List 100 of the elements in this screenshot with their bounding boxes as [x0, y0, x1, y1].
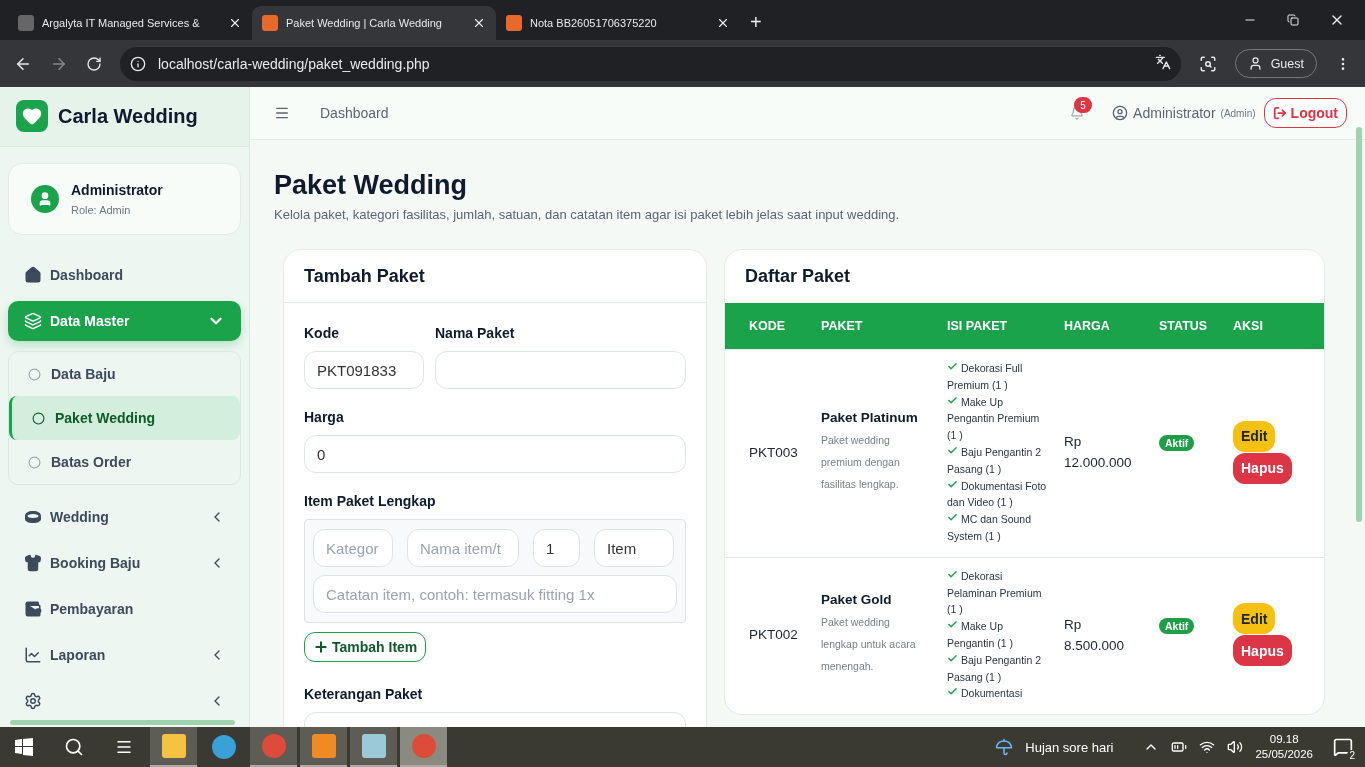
field-label: Kode — [304, 325, 340, 341]
logout-icon — [1272, 106, 1287, 120]
user-role: Role: Admin — [71, 203, 132, 216]
field-label: Item Paket Lengkap — [304, 493, 437, 509]
category-field[interactable]: Kategor — [313, 529, 393, 567]
price-cell-text: Rp 8.500.000 — [1064, 615, 1126, 655]
status-badge: Aktif — [1159, 435, 1195, 452]
volume-icon[interactable] — [1227, 739, 1244, 755]
price-field[interactable]: 0 — [304, 435, 686, 473]
item-name-field[interactable]: Nama item/t — [407, 529, 519, 567]
taskbar-app[interactable] — [300, 727, 347, 767]
page-title: Paket Wedding — [274, 170, 469, 201]
wallet-icon — [24, 600, 42, 619]
delete-button[interactable]: Hapus — [1233, 452, 1292, 484]
add-item-button[interactable]: Tambah Item — [304, 632, 427, 662]
delete-button[interactable]: Hapus — [1233, 635, 1292, 667]
nav-item[interactable]: Pembayaran — [8, 589, 241, 630]
package-name: Paket Platinum — [821, 409, 919, 425]
check-icon — [947, 478, 958, 490]
package-item: MC dan Sound System (1 ) — [947, 511, 1033, 544]
close-icon[interactable] — [472, 16, 486, 30]
circle-icon — [28, 367, 41, 381]
browser-tab[interactable]: Paket Wedding | Carla Wedding — [252, 6, 496, 40]
table-cell-text: PKT003 — [748, 444, 799, 460]
check-icon — [947, 394, 958, 406]
check-icon — [947, 652, 958, 664]
shirt-icon — [24, 554, 42, 573]
ring-icon — [24, 510, 42, 525]
close-icon[interactable] — [228, 16, 242, 30]
user-name: Administrator — [71, 181, 163, 198]
notification-badge: 5 — [1074, 97, 1093, 113]
close-icon[interactable] — [716, 16, 730, 30]
quantity-field[interactable]: 1 — [533, 529, 580, 567]
table-cell-text: PKT002 — [748, 627, 799, 643]
package-item: Dokumentasi — [947, 685, 1050, 703]
plus-icon — [313, 639, 329, 655]
submenu-item[interactable]: Batas Order — [9, 440, 240, 485]
circle-icon — [28, 455, 41, 469]
heart-logo-icon — [16, 100, 48, 133]
table-header: KODE PAKET ISI PAKET HARGA STATUS AKSI — [725, 303, 1324, 349]
avatar-icon — [31, 184, 59, 213]
home-icon — [24, 266, 42, 285]
wifi-icon[interactable] — [1199, 739, 1216, 755]
favicon-icon — [262, 15, 278, 31]
scrollbar[interactable] — [10, 720, 235, 725]
person-icon — [1247, 56, 1263, 71]
favicon-icon — [506, 15, 522, 31]
package-item: Dekorasi Full Premium (1 ) — [947, 360, 1024, 393]
chart-icon — [24, 646, 42, 665]
code-field[interactable]: PKT091833 — [304, 351, 424, 389]
name-field[interactable] — [435, 351, 686, 389]
edit-button[interactable]: Edit — [1233, 603, 1276, 635]
user-icon[interactable] — [1112, 105, 1129, 121]
package-name: Paket Gold — [821, 592, 893, 608]
package-item: Dekorasi Pelaminan Premium (1 ) — [947, 567, 1043, 618]
card-title: Tambah Paket — [284, 250, 706, 303]
package-item: Dokumentasi Foto dan Video (1 ) — [947, 477, 1048, 511]
submenu-item[interactable]: Data Baju — [9, 352, 240, 397]
package-item: Make Up Pengantin Premium (1 ) — [947, 393, 1041, 444]
browser-tab[interactable]: Argalyta IT Managed Services & — [8, 6, 252, 40]
weather-icon[interactable] — [995, 738, 1014, 756]
logout-button[interactable]: Logout — [1263, 98, 1347, 128]
check-icon — [947, 361, 958, 372]
nav-item[interactable]: Laporan — [8, 635, 241, 675]
lens-icon[interactable] — [1198, 54, 1217, 73]
taskbar-app[interactable] — [350, 727, 397, 767]
new-tab-button[interactable]: + — [740, 11, 772, 40]
scrollbar[interactable] — [1356, 127, 1362, 522]
status-badge: Aktif — [1159, 617, 1195, 634]
menu-icon[interactable] — [274, 105, 290, 121]
circle-icon — [32, 411, 45, 425]
weather-text[interactable]: Hujan sore hari — [1025, 739, 1114, 755]
unit-field[interactable]: Item — [594, 529, 674, 567]
breadcrumb-link[interactable]: Dashboard — [320, 105, 389, 121]
nav-item[interactable]: Dashboard — [8, 255, 241, 296]
field-label: Keterangan Paket — [304, 686, 424, 702]
taskbar-app[interactable] — [250, 727, 297, 767]
restore-icon[interactable] — [1287, 14, 1299, 26]
brand-name: Carla Wedding — [58, 104, 198, 128]
package-item: Make Up Pengantin (1 ) — [947, 618, 1014, 651]
reload-icon[interactable] — [86, 55, 102, 72]
battery-icon[interactable] — [1171, 739, 1188, 755]
page-subtitle: Kelola paket, kategori fasilitas, jumlah, satuan, dan catatan item agar isi paket lebih jelas saat input wedding. — [274, 207, 901, 222]
user-name[interactable]: Administrator — [1133, 105, 1216, 121]
package-item: Baju Pengantin 2 Pasang (1 ) — [947, 651, 1042, 685]
field-label: Nama Paket — [435, 325, 516, 341]
browser-tab[interactable]: Nota BB26051706375220 — [496, 6, 740, 40]
submenu-item[interactable]: Paket Wedding — [9, 396, 240, 441]
price-cell-text: Rp 12.000.000 — [1064, 433, 1133, 473]
taskbar-app[interactable] — [150, 727, 197, 767]
favicon-icon — [18, 15, 34, 31]
clock[interactable]: 09.18 25/05/2026 — [1255, 732, 1313, 762]
nav-item[interactable]: Booking Baju — [8, 543, 241, 584]
package-description: Paket wedding lengkap untuk acara menengah. — [821, 615, 917, 675]
layers-icon — [24, 312, 42, 331]
address-bar[interactable]: localhost/carla-wedding/paket_wedding.php — [120, 46, 1181, 81]
note-field[interactable]: Catatan item, contoh: termasuk fitting 1x — [313, 575, 677, 613]
nav-item[interactable]: Wedding — [8, 497, 241, 538]
check-icon — [947, 568, 958, 580]
edit-button[interactable]: Edit — [1233, 420, 1276, 452]
